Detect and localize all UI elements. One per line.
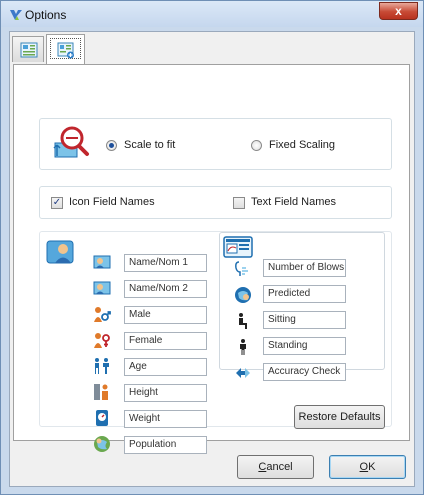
cancel-button[interactable]: Cancel	[237, 455, 314, 479]
form-add-icon	[57, 42, 74, 59]
fixed-scaling-radio[interactable]	[251, 140, 262, 151]
number-of-blows-field[interactable]: Number of Blows	[263, 259, 346, 277]
fields-group: Name/Nom 1 Name/Nom 2 Male Female Age He…	[39, 231, 392, 454]
cancel-label: ancel	[266, 461, 293, 473]
female-field[interactable]: Female	[124, 332, 207, 350]
scale-magnifier-icon	[53, 126, 89, 158]
scale-to-fit-label[interactable]: Scale to fit	[124, 139, 175, 151]
height-field[interactable]: Height	[124, 384, 207, 402]
person-card-icon	[46, 240, 74, 264]
fixed-scaling-label[interactable]: Fixed Scaling	[269, 139, 335, 151]
male-icon	[94, 307, 111, 322]
text-field-names-checkbox[interactable]	[233, 197, 245, 209]
icon-field-names-label[interactable]: Icon Field Names	[69, 196, 155, 208]
age-icon	[95, 358, 109, 374]
predicted-field[interactable]: Predicted	[263, 285, 346, 303]
spirometer-screen-icon	[223, 236, 253, 258]
ok-label: K	[368, 461, 376, 473]
male-field[interactable]: Male	[124, 306, 207, 324]
standing-icon	[240, 339, 246, 355]
dialog-body: Scale to fit Fixed Scaling ✓ Icon Field …	[9, 31, 415, 487]
scaling-group: Scale to fit Fixed Scaling	[39, 118, 392, 170]
restore-defaults-button[interactable]: Restore Defaults	[294, 405, 385, 429]
app-icon	[10, 10, 22, 20]
tab-display[interactable]	[46, 34, 85, 64]
options-dialog: Options x Scale to fit Fixed Scaling ✓ I…	[0, 0, 424, 495]
predicted-icon	[235, 287, 251, 303]
close-icon: x	[395, 4, 402, 18]
spirometry-group: Number of Blows Predicted Sitting Standi…	[219, 232, 385, 381]
female-icon	[94, 333, 110, 348]
standing-field[interactable]: Standing	[263, 337, 346, 355]
scale-to-fit-radio[interactable]	[106, 140, 117, 151]
accuracy-check-field[interactable]: Accuracy Check	[263, 363, 346, 381]
population-icon	[94, 436, 110, 452]
name-nom-1-field[interactable]: Name/Nom 1	[124, 254, 207, 272]
ok-mnemonic: O	[359, 461, 369, 473]
weight-icon	[96, 410, 108, 426]
name-card-icon	[93, 281, 111, 295]
text-field-names-label[interactable]: Text Field Names	[251, 196, 336, 208]
window-title: Options	[25, 8, 67, 22]
blow-icon	[235, 261, 248, 276]
sitting-field[interactable]: Sitting	[263, 311, 346, 329]
close-button[interactable]: x	[379, 2, 418, 20]
population-field[interactable]: Population	[124, 436, 207, 454]
age-field[interactable]: Age	[124, 358, 207, 376]
title-bar: Options x	[1, 1, 423, 27]
icon-field-names-checkbox[interactable]: ✓	[51, 197, 63, 209]
weight-field[interactable]: Weight	[124, 410, 207, 428]
tab-general[interactable]	[12, 36, 44, 62]
ok-button[interactable]: OK	[329, 455, 406, 479]
height-icon	[94, 384, 108, 400]
field-names-group: ✓ Icon Field Names Text Field Names	[39, 186, 392, 219]
name-card-icon	[93, 255, 111, 269]
form-icon	[20, 42, 38, 58]
accuracy-check-icon	[236, 368, 250, 378]
tab-page-display: Scale to fit Fixed Scaling ✓ Icon Field …	[13, 64, 410, 454]
sitting-icon	[239, 313, 247, 329]
name-nom-2-field[interactable]: Name/Nom 2	[124, 280, 207, 298]
